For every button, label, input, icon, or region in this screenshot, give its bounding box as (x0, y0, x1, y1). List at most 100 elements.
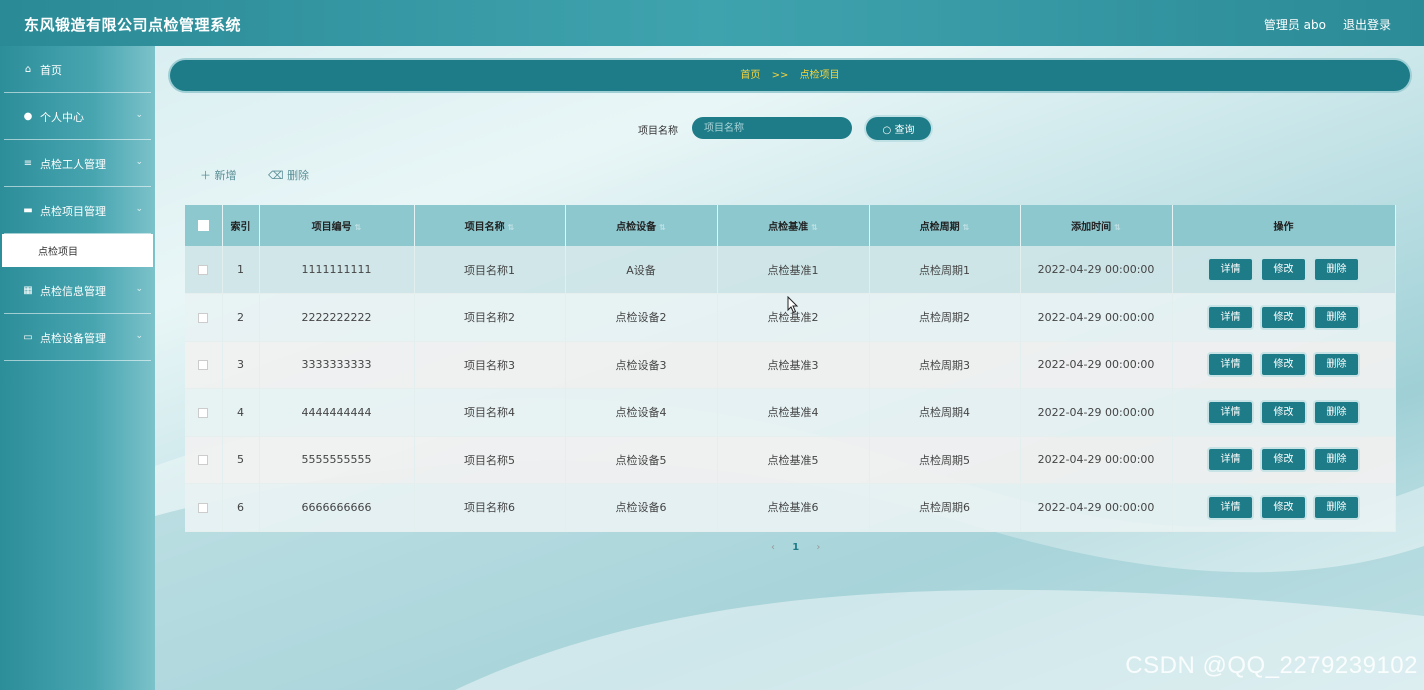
pagination: ‹ 1 › (764, 542, 827, 553)
search-input[interactable] (692, 117, 852, 139)
table-header-row: 索引 项目编号 ⇅ 项目名称 ⇅ 点检设备 ⇅ 点检基准 ⇅ 点检周期 ⇅ 添加时间 ⇅ 操… (185, 205, 1396, 246)
row-checkbox[interactable] (198, 407, 209, 418)
cell-standard: 点检基准6 (717, 483, 870, 532)
sidebar-item-device-management[interactable]: ▭ 点检设备管理 ⌄ (0, 314, 155, 361)
cell-added-time: 2022-04-29 00:00:00 (1020, 293, 1173, 342)
cell-index: 4 (222, 388, 260, 437)
column-header-cycle[interactable]: 点检周期 ⇅ (869, 205, 1021, 246)
submenu-item-project[interactable]: 点检项目 (2, 234, 153, 267)
sort-icon: ⇅ (507, 223, 515, 232)
logout-link[interactable]: 退出登录 (1343, 16, 1391, 33)
row-checkbox[interactable] (198, 360, 209, 371)
cell-actions: 详情 修改 删除 (1172, 293, 1396, 342)
sidebar-item-label: 点检信息管理 (40, 284, 106, 298)
column-header-label: 项目名称 (464, 222, 505, 233)
column-header-name[interactable]: 项目名称 ⇅ (414, 205, 566, 246)
row-checkbox[interactable] (198, 265, 209, 275)
chevron-down-icon: ⌄ (135, 110, 143, 120)
breadcrumb: 首页 >> 点检项目 (170, 60, 1410, 91)
detail-button[interactable]: 详情 (1209, 449, 1252, 471)
table-row[interactable]: 5 5555555555 项目名称5 点检设备5 点检基准5 点检周期5 2022-04-2… (185, 436, 1396, 484)
cell-name: 项目名称6 (414, 483, 566, 532)
row-checkbox[interactable] (198, 455, 209, 466)
sidebar-item-info-management[interactable]: ▦ 点检信息管理 ⌄ (0, 267, 155, 314)
breadcrumb-home[interactable]: 首页 (740, 70, 760, 81)
detail-button[interactable]: 详情 (1209, 401, 1252, 423)
cell-added-time: 2022-04-29 00:00:00 (1020, 246, 1173, 294)
cell-code: 5555555555 (259, 436, 415, 484)
sort-icon: ⇅ (1114, 223, 1121, 232)
row-checkbox-cell (185, 341, 223, 389)
sidebar-item-project-management[interactable]: ▬ 点检项目管理 ⌄ (0, 187, 155, 234)
detail-button[interactable]: 详情 (1209, 354, 1252, 376)
sidebar-item-home[interactable]: ⌂ 首页 (0, 46, 155, 93)
row-checkbox[interactable] (198, 312, 209, 323)
cell-added-time: 2022-04-29 00:00:00 (1020, 388, 1173, 437)
cell-code: 6666666666 (259, 483, 415, 532)
cell-cycle: 点检周期2 (869, 293, 1021, 342)
table-row[interactable]: 3 3333333333 项目名称3 点检设备3 点检基准3 点检周期3 2022-04-2… (185, 341, 1396, 389)
cell-name: 项目名称1 (414, 246, 566, 294)
sidebar-item-label: 点检工人管理 (40, 157, 106, 171)
edit-button[interactable]: 修改 (1262, 401, 1305, 423)
column-header-index: 索引 (222, 205, 260, 246)
prev-page-button[interactable]: ‹ (771, 542, 775, 553)
cell-name: 项目名称5 (414, 436, 566, 484)
add-button[interactable]: ＋ 新增 (200, 167, 237, 183)
chevron-up-icon: ⌄ (135, 204, 143, 214)
detail-button[interactable]: 详情 (1209, 496, 1252, 518)
delete-button-label: 删除 (287, 169, 310, 182)
cell-device: 点检设备6 (565, 483, 718, 532)
select-all-cell (185, 205, 223, 246)
column-header-code[interactable]: 项目编号 ⇅ (259, 205, 415, 246)
table-row[interactable]: 4 4444444444 项目名称4 点检设备4 点检基准4 点检周期4 2022-04-2… (185, 388, 1396, 437)
cell-cycle: 点检周期5 (869, 436, 1021, 484)
batch-delete-button[interactable]: ⌫ 删除 (268, 167, 309, 183)
current-page[interactable]: 1 (792, 542, 799, 553)
cell-index: 5 (222, 436, 260, 484)
row-checkbox-cell (185, 246, 223, 294)
cell-actions: 详情 修改 删除 (1172, 436, 1396, 484)
delete-button[interactable]: 删除 (1315, 401, 1358, 423)
sort-icon: ⇅ (811, 223, 818, 232)
table-row[interactable]: 1 1111111111 项目名称1 A设备 点检基准1 点检周期1 2022-04-29 … (185, 246, 1396, 294)
search-button[interactable]: ○ 查询 (866, 117, 931, 140)
column-header-label: 点检设备 (616, 222, 657, 233)
edit-button[interactable]: 修改 (1262, 259, 1305, 280)
row-checkbox-cell (185, 483, 223, 532)
cell-standard: 点检基准5 (717, 436, 870, 484)
delete-button[interactable]: 删除 (1315, 306, 1358, 328)
edit-button[interactable]: 修改 (1262, 449, 1305, 471)
row-checkbox-cell (185, 293, 223, 342)
table-row[interactable]: 6 6666666666 项目名称6 点检设备6 点检基准6 点检周期6 2022-04-2… (185, 483, 1396, 532)
cell-standard: 点检基准4 (717, 388, 870, 437)
detail-button[interactable]: 详情 (1209, 306, 1252, 328)
briefcase-icon: ▭ (23, 332, 33, 343)
delete-button[interactable]: 删除 (1315, 496, 1358, 518)
delete-button[interactable]: 删除 (1315, 354, 1358, 376)
edit-button[interactable]: 修改 (1262, 354, 1305, 376)
sidebar-item-worker-management[interactable]: ≡ 点检工人管理 ⌄ (0, 140, 155, 187)
delete-button[interactable]: 删除 (1315, 449, 1358, 471)
column-header-label: 添加时间 (1071, 222, 1112, 233)
cell-code: 3333333333 (259, 341, 415, 389)
column-header-standard[interactable]: 点检基准 ⇅ (717, 205, 870, 246)
cell-cycle: 点检周期3 (869, 341, 1021, 389)
sidebar-item-personal-center[interactable]: ● 个人中心 ⌄ (0, 93, 155, 140)
search-label: 项目名称 (638, 126, 678, 137)
detail-button[interactable]: 详情 (1209, 259, 1252, 280)
select-all-checkbox[interactable] (197, 219, 209, 231)
next-page-button[interactable]: › (816, 542, 820, 553)
delete-button[interactable]: 删除 (1315, 259, 1358, 280)
column-header-device[interactable]: 点检设备 ⇅ (565, 205, 718, 246)
cell-device: 点检设备4 (565, 388, 718, 437)
cell-index: 6 (222, 483, 260, 532)
edit-button[interactable]: 修改 (1262, 496, 1305, 518)
row-checkbox[interactable] (198, 502, 209, 513)
cell-index: 3 (222, 341, 260, 389)
column-header-added-time[interactable]: 添加时间 ⇅ (1020, 205, 1173, 246)
edit-button[interactable]: 修改 (1262, 306, 1305, 328)
cell-device: 点检设备5 (565, 436, 718, 484)
mouse-cursor-icon (787, 296, 799, 314)
current-user: 管理员 abo (1263, 18, 1326, 32)
